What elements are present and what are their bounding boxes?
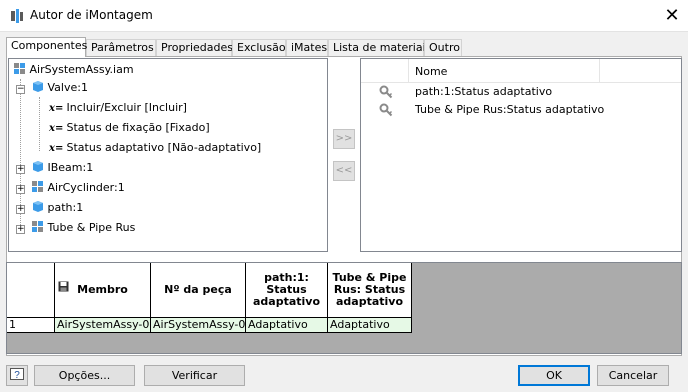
add-button[interactable]: >> (333, 129, 355, 149)
list-header: Nome (361, 59, 681, 83)
grid-cell[interactable]: AirSystemAssy-01 (55, 318, 151, 333)
verify-button[interactable]: Verificar (144, 365, 245, 386)
expand-toggle[interactable]: + (16, 205, 25, 214)
tree-param-label: Status de fixação [Fixado] (66, 121, 210, 134)
expand-toggle[interactable]: + (16, 165, 25, 174)
tree-param[interactable]: x= Incluir/Excluir [Incluir] (49, 99, 187, 117)
list-item-label: path:1:Status adaptativo (415, 85, 553, 98)
cube-icon (33, 161, 43, 172)
tab-propriedades[interactable]: Propriedades (156, 39, 233, 56)
list-item[interactable]: Tube & Pipe Rus:Status adaptativo (361, 101, 681, 119)
options-button[interactable]: Opções... (34, 365, 135, 386)
component-tree[interactable]: AirSystemAssy.iam − Valve:1 x= Incluir/E… (8, 58, 328, 252)
save-icon (58, 281, 69, 292)
title-bar: Autor de iMontagem ✕ (0, 0, 688, 32)
tree-item-aircylinder[interactable]: AirCyclinder:1 (31, 179, 125, 197)
help-icon: ? (10, 368, 24, 381)
tree-item-tube-pipe[interactable]: Tube & Pipe Rus (31, 219, 135, 237)
grid-header-path-status[interactable]: path:1: Status adaptativo (246, 263, 328, 318)
tab-componentes[interactable]: Componentes (6, 37, 87, 57)
svg-text:?: ? (14, 370, 20, 381)
selected-list[interactable]: Nome path:1:Status adaptativo Tube & Pip… (360, 58, 682, 252)
tree-line (39, 97, 40, 151)
tab-parametros[interactable]: Parâmetros (86, 39, 156, 56)
grid-cell[interactable]: AirSystemAssy-01 (151, 318, 246, 333)
parameter-icon: x= (49, 143, 64, 154)
collapse-toggle[interactable]: − (16, 85, 25, 94)
cancel-button[interactable]: Cancelar (597, 365, 669, 386)
cube-icon (33, 81, 43, 92)
ok-button[interactable]: OK (518, 365, 590, 386)
expand-toggle[interactable]: + (16, 225, 25, 234)
assembly-icon (14, 63, 25, 74)
tab-imates[interactable]: iMates (286, 39, 328, 56)
tree-root-label: AirSystemAssy.iam (29, 63, 134, 76)
close-button[interactable]: ✕ (660, 4, 684, 28)
key-icon (379, 85, 393, 99)
tree-param[interactable]: x= Status adaptativo [Não-adaptativo] (49, 139, 261, 157)
tree-param-label: Incluir/Excluir [Incluir] (66, 101, 187, 114)
list-item-label: Tube & Pipe Rus:Status adaptativo (415, 103, 605, 116)
expand-toggle[interactable]: + (16, 185, 25, 194)
app-icon (11, 9, 23, 23)
grid-row-index[interactable]: 1 (7, 318, 55, 333)
tab-lista-de-materiais[interactable]: Lista de materiais (328, 39, 431, 56)
list-header-spacer (361, 59, 409, 83)
assembly-icon (32, 221, 43, 232)
tree-item-path[interactable]: path:1 (31, 199, 83, 217)
grid-cell[interactable]: Adaptativo (246, 318, 328, 333)
tree-item-valve[interactable]: Valve:1 (31, 79, 88, 97)
tree-item-label: Tube & Pipe Rus (47, 221, 136, 234)
list-header-name[interactable]: Nome (415, 65, 447, 78)
cube-icon (33, 201, 43, 212)
tree-item-label: path:1 (47, 201, 84, 214)
list-item[interactable]: path:1:Status adaptativo (361, 83, 681, 101)
tree-item-label: AirCyclinder:1 (47, 181, 125, 194)
tree-param-label: Status adaptativo [Não-adaptativo] (66, 141, 262, 154)
help-button[interactable]: ? (6, 365, 28, 386)
grid-header-tube-status[interactable]: Tube & Pipe Rus: Status adaptativo (328, 263, 412, 318)
column-divider[interactable] (599, 59, 600, 83)
tree-item-label: Valve:1 (47, 81, 88, 94)
member-grid[interactable]: Membro Nº da peça path:1: Status adaptat… (6, 262, 682, 354)
grid-header-label: Membro (77, 283, 128, 296)
grid-header-numero-peca[interactable]: Nº da peça (151, 263, 246, 318)
tab-exclusao[interactable]: Exclusão (232, 39, 286, 56)
parameter-icon: x= (49, 123, 64, 134)
parameter-icon: x= (49, 103, 64, 114)
tab-outro[interactable]: Outro (424, 39, 462, 56)
key-icon (379, 103, 393, 117)
grid-header-membro[interactable]: Membro (55, 263, 151, 318)
tree-root[interactable]: AirSystemAssy.iam (13, 61, 134, 79)
remove-button[interactable]: << (333, 161, 355, 181)
grid-cell[interactable]: Adaptativo (328, 318, 412, 333)
assembly-icon (32, 181, 43, 192)
window-title: Autor de iMontagem (30, 8, 153, 22)
tree-item-label: IBeam:1 (47, 161, 94, 174)
tree-item-ibeam[interactable]: IBeam:1 (31, 159, 93, 177)
tree-param[interactable]: x= Status de fixação [Fixado] (49, 119, 210, 137)
grid-corner (7, 263, 55, 318)
